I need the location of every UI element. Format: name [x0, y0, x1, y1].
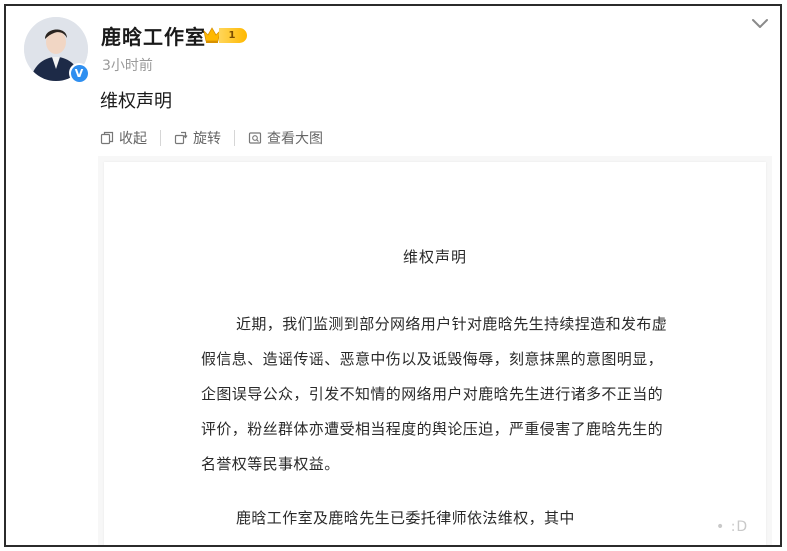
author-name[interactable]: 鹿晗工作室 [101, 21, 206, 50]
document-body: 近期，我们监测到部分网络用户针对鹿晗先生持续捏造和发布虚 假信息、造谣传谣、恶意… [201, 313, 681, 542]
post-image[interactable]: 维权声明 近期，我们监测到部分网络用户针对鹿晗先生持续捏造和发布虚 假信息、造谣… [98, 156, 772, 545]
view-large-button[interactable]: 查看大图 [246, 128, 325, 148]
document-line: 假信息、造谣传谣、恶意中伤以及诋毁侮辱，刻意抹黑的意图明显， [201, 350, 664, 368]
rotate-button[interactable]: 旋转 [172, 128, 223, 148]
rotate-icon [174, 131, 188, 145]
collapse-button[interactable]: 收起 [98, 128, 149, 148]
rotate-label: 旋转 [193, 131, 221, 147]
image-toolbar: 收起 旋转 查看大图 [98, 126, 325, 150]
verified-mark: V [70, 64, 88, 82]
toolbar-divider [160, 130, 161, 146]
post-timestamp[interactable]: 3小时前 [102, 55, 153, 75]
collapse-icon [100, 131, 114, 145]
post-text: 维权声明 [100, 91, 172, 112]
vip-level: 1 [219, 27, 247, 43]
watermark: • :D [716, 519, 749, 535]
vip-badge[interactable]: 1 [202, 25, 247, 45]
document-line: 近期，我们监测到部分网络用户针对鹿晗先生持续捏造和发布虚 [236, 315, 668, 333]
view-large-label: 查看大图 [267, 131, 323, 147]
collapse-label: 收起 [119, 131, 147, 147]
statement-document: 维权声明 近期，我们监测到部分网络用户针对鹿晗先生持续捏造和发布虚 假信息、造谣… [104, 162, 766, 545]
weibo-post-card: V 鹿晗工作室 1 3小时前 维权声明 收起 旋转 查看大图 维权声明 近期，我… [4, 4, 782, 547]
document-line: 鹿晗工作室及鹿晗先生已委托律师依法维权，其中 [236, 509, 575, 527]
toolbar-divider [234, 130, 235, 146]
chevron-down-icon[interactable] [750, 16, 770, 32]
document-title: 维权声明 [402, 248, 467, 266]
view-large-icon [248, 132, 262, 144]
document-line: 企图误导公众，引发不知情的网络用户对鹿晗先生进行诸多不正当的 [201, 385, 664, 403]
document-line: 名誉权等民事权益。 [201, 455, 340, 473]
verified-icon: V [69, 63, 89, 83]
document-line: 评价，粉丝群体亦遭受相当程度的舆论压迫，严重侵害了鹿晗先生的 [201, 420, 664, 438]
